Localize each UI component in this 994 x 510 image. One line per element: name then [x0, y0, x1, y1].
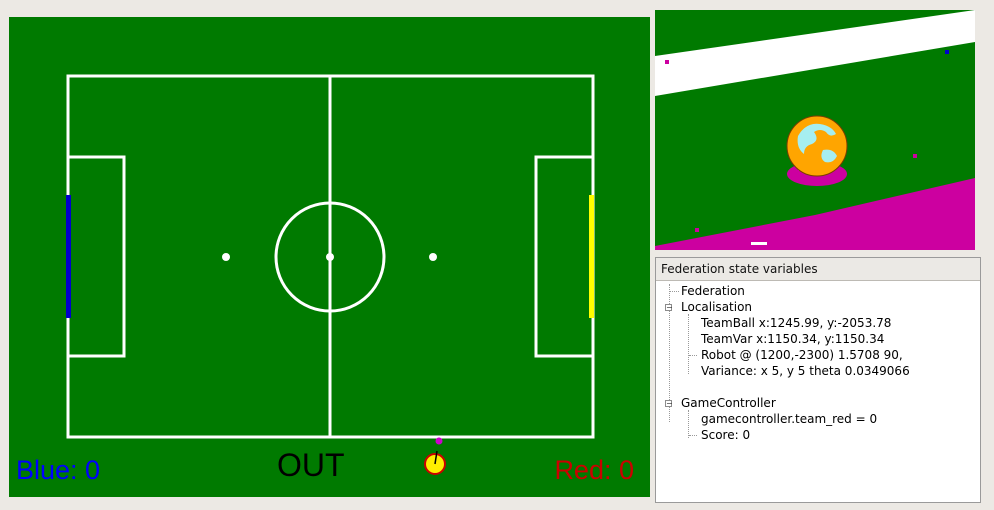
tree-item-gamecontroller[interactable]: GameController [681, 395, 776, 411]
robot-marker-icon[interactable] [424, 437, 446, 475]
camera-view [655, 10, 975, 250]
panel-header: Federation state variables [656, 258, 980, 281]
tree-item-score[interactable]: Score: 0 [701, 427, 750, 443]
soccer-field [66, 74, 595, 475]
blue-score: Blue: 0 [16, 455, 101, 485]
blue-goal [66, 195, 71, 318]
tree-item-team-red[interactable]: gamecontroller.team_red = 0 [701, 411, 877, 427]
state-tree[interactable]: Federation − Localisation TeamBall x:124… [656, 280, 980, 502]
tree-item-robot[interactable]: Robot @ (1200,-2300) 1.5708 90, [701, 347, 903, 363]
tree-item-variance[interactable]: Variance: x 5, y 5 theta 0.0349066 [701, 363, 910, 379]
camera-mark [751, 242, 767, 245]
tree-item-teamvar[interactable]: TeamVar x:1150.34, y:1150.34 [701, 331, 884, 347]
red-score: Red: 0 [554, 455, 634, 485]
state-variables-panel: Federation state variables Federation − … [655, 257, 981, 503]
tree-item-teamball[interactable]: TeamBall x:1245.99, y:-2053.78 [701, 315, 891, 331]
yellow-goal [589, 195, 594, 318]
game-state-label: OUT [277, 447, 345, 483]
field-view[interactable]: Blue: 0 OUT Red: 0 [9, 17, 650, 497]
right-penalty-spot [429, 253, 437, 261]
tree-item-federation[interactable]: Federation [681, 283, 745, 299]
left-penalty-spot [222, 253, 230, 261]
collapse-gamecontroller-icon[interactable]: − [665, 400, 673, 408]
camera-image [655, 10, 975, 250]
ball-blob [786, 115, 848, 186]
right-penalty-box [534, 155, 595, 358]
center-spot [326, 253, 334, 261]
tree-item-localisation[interactable]: Localisation [681, 299, 752, 315]
left-penalty-box [66, 155, 126, 358]
collapse-localisation-icon[interactable]: − [665, 304, 673, 312]
